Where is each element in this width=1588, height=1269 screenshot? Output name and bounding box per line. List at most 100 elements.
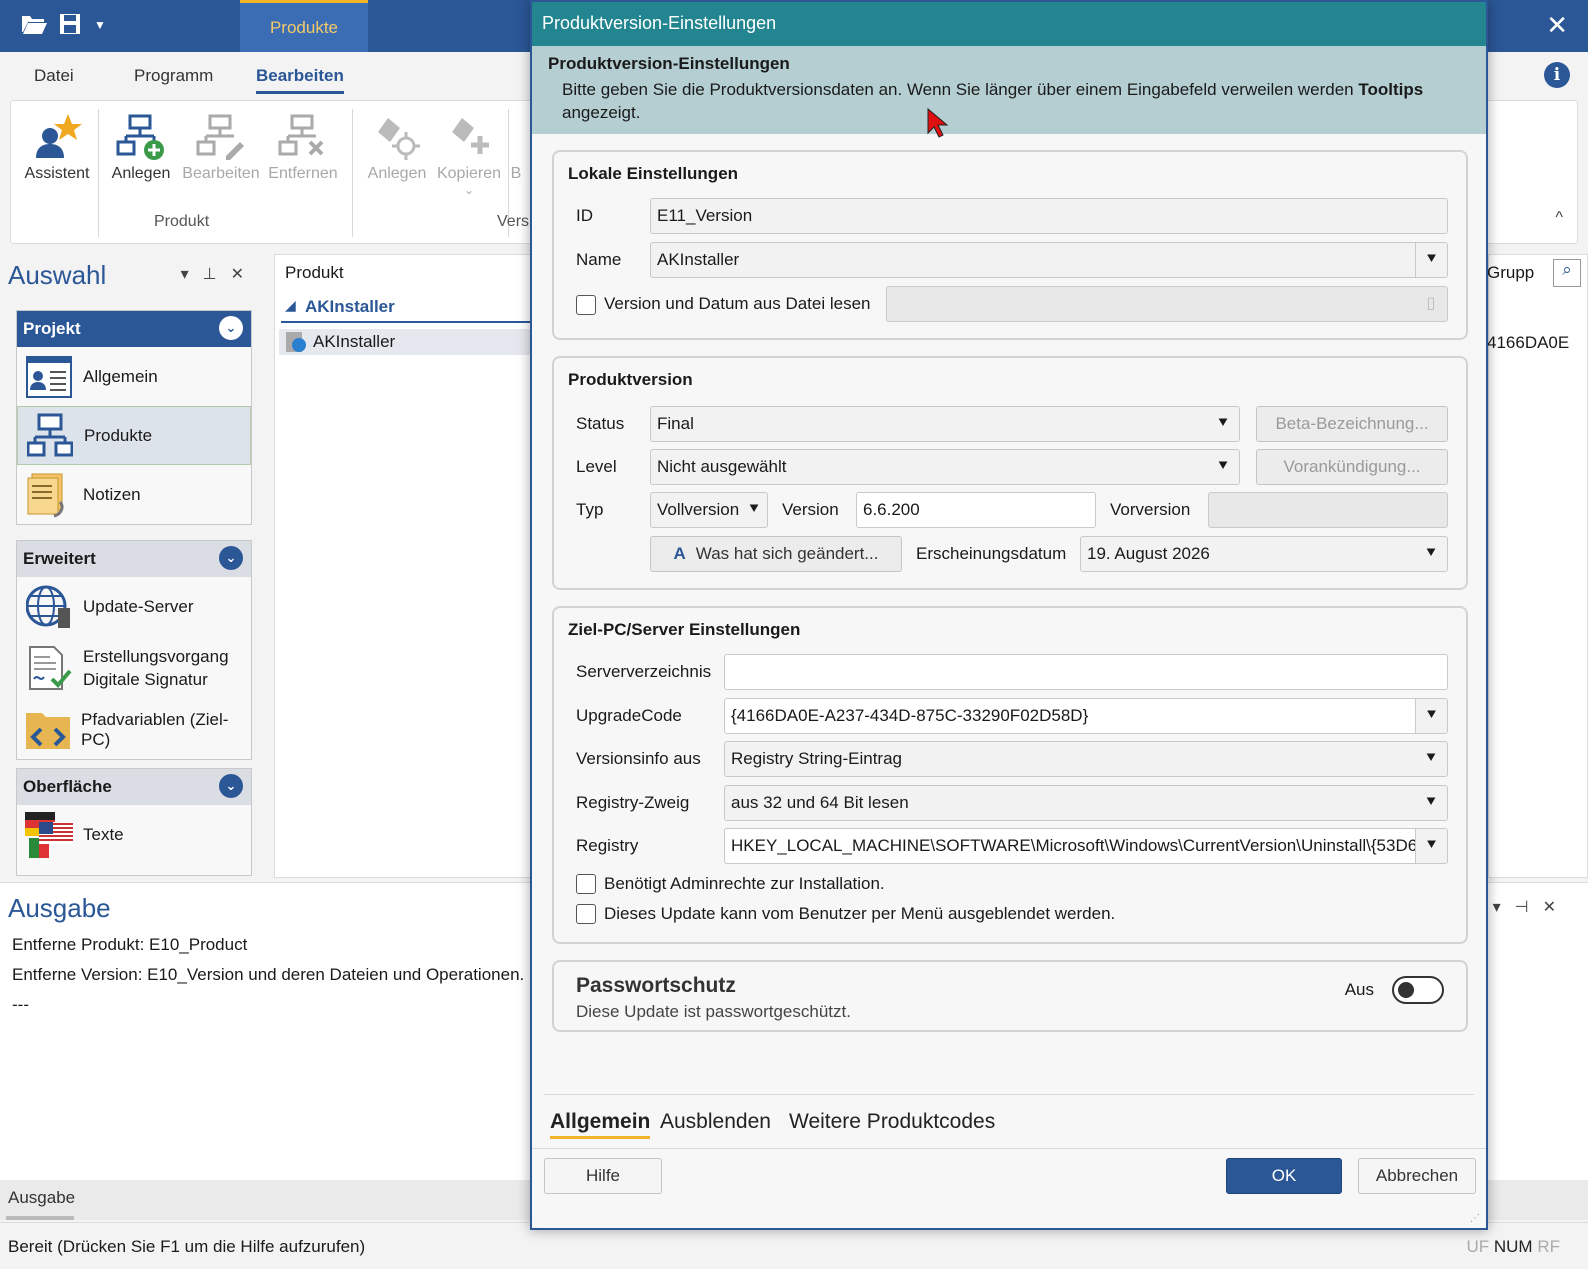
assistent-button[interactable]: Assistent (17, 109, 97, 183)
upgrade-combobox[interactable]: {4166DA0E-A237-434D-875C-33290F02D58D} ⯆ (724, 698, 1448, 734)
file-path-field[interactable]: ▯ (886, 286, 1448, 322)
chevron-down-icon[interactable]: ⌄ (219, 546, 243, 570)
tab-datei[interactable]: Datei (34, 66, 74, 86)
version-input[interactable]: 6.6.200 (856, 492, 1096, 528)
nav-item-label: Notizen (83, 484, 141, 504)
search-icon[interactable]: ⌕ (1553, 259, 1581, 287)
nav-item-signatur[interactable]: Erstellungsvorgang Digitale Signatur (17, 636, 251, 700)
user-hide-checkbox[interactable] (576, 904, 596, 924)
ok-button[interactable]: OK (1226, 1158, 1342, 1194)
dropdown-arrow-icon[interactable]: ⯆ (1415, 829, 1447, 863)
resize-grip-icon[interactable]: ⋰ (1470, 1213, 1480, 1224)
close-icon[interactable]: ✕ (1543, 899, 1570, 916)
chevron-down-icon[interactable]: ⌄ (219, 316, 243, 340)
open-folder-icon[interactable] (20, 12, 48, 42)
vorankuendigung-button[interactable]: Vorankündigung... (1256, 449, 1448, 485)
close-icon[interactable]: ✕ (1546, 10, 1568, 41)
nav-item-allgemein[interactable]: Allgemein (17, 347, 251, 406)
contact-card-icon (23, 353, 75, 401)
tab-programm[interactable]: Programm (134, 66, 213, 86)
kopieren-version-button[interactable]: Kopieren ⌄ (429, 109, 509, 197)
beta-bezeichnung-button[interactable]: Beta-Bezeichnung... (1256, 406, 1448, 442)
bearbeiten-product-button[interactable]: Bearbeiten (181, 109, 261, 183)
id-field[interactable]: E11_Version (650, 198, 1448, 234)
nav-item-texte[interactable]: Texte (17, 805, 251, 864)
anlegen-version-label: Anlegen (367, 165, 427, 182)
admin-rights-checkbox[interactable] (576, 874, 596, 894)
dropdown-arrow-icon[interactable]: ⯆ (1415, 699, 1447, 733)
group-row[interactable]: ◢ AKInstaller (281, 295, 531, 323)
nav-item-pfadvariablen[interactable]: Pfadvariablen (Ziel-PC) (17, 700, 251, 759)
tab-weitere-produktcodes[interactable]: Weitere Produktcodes (789, 1110, 995, 1134)
column-header-gruppe[interactable]: Grupp (1487, 263, 1534, 283)
dropdown-icon[interactable]: ▾ (181, 266, 203, 283)
collapse-triangle-icon[interactable]: ◢ (285, 297, 296, 314)
ribbon-truncated-button[interactable]: B (501, 109, 531, 183)
quick-access-dropdown-icon[interactable]: ▼ (94, 18, 106, 32)
level-select[interactable]: Nicht ausgewählt ⯆ (650, 449, 1240, 485)
pin-icon[interactable]: ⊥ (203, 266, 231, 283)
nav-item-label: Produkte (84, 425, 153, 445)
ribbon-collapse-icon[interactable]: ^ (1555, 209, 1563, 227)
section-header-oberflaeche[interactable]: Oberfläche ⌄ (17, 769, 251, 805)
dropdown-icon[interactable]: ▾ (1493, 899, 1515, 916)
panel-controls: ▾⊥✕ (181, 264, 258, 284)
nav-item-update-server[interactable]: Update-Server (17, 577, 251, 636)
registry-zweig-select[interactable]: aus 32 und 64 Bit lesen ⯆ (724, 785, 1448, 821)
remove-structure-icon (263, 109, 343, 165)
save-icon[interactable] (58, 12, 82, 42)
close-icon[interactable]: ✕ (231, 266, 258, 283)
registry-combobox[interactable]: HKEY_LOCAL_MACHINE\SOFTWARE\Microsoft\Wi… (724, 828, 1448, 864)
dropdown-arrow-icon[interactable]: ⯆ (1207, 450, 1239, 484)
read-from-file-checkbox[interactable] (576, 295, 596, 315)
dropdown-arrow-icon[interactable]: ⯆ (741, 493, 767, 527)
section-header-projekt[interactable]: Projekt ⌄ (17, 311, 251, 347)
password-toggle[interactable] (1392, 976, 1444, 1004)
text-edit-icon: A (673, 544, 686, 563)
context-tab-produkte[interactable]: Produkte (240, 0, 368, 52)
changes-button[interactable]: A Was hat sich geändert... (650, 536, 902, 572)
nav-item-produkte[interactable]: Produkte (17, 406, 251, 465)
cancel-button[interactable]: Abbrechen (1358, 1158, 1476, 1194)
versionsinfo-label: Versionsinfo aus (576, 749, 701, 768)
server-input[interactable] (724, 654, 1448, 690)
dropdown-arrow-icon[interactable]: ⯆ (1415, 243, 1447, 277)
selection-panel: Auswahl ▾⊥✕ Projekt ⌄ Allgemein Produkte … (0, 254, 268, 878)
tab-ausgabe[interactable]: Ausgabe (8, 1188, 75, 1208)
dropdown-arrow-icon[interactable]: ⯆ (1415, 786, 1447, 820)
anlegen-product-button[interactable]: Anlegen (101, 109, 181, 183)
anlegen-version-button[interactable]: Anlegen (357, 109, 437, 183)
section-projekt: Projekt ⌄ Allgemein Produkte Notizen (16, 310, 252, 525)
help-button[interactable]: Hilfe (544, 1158, 662, 1194)
tab-allgemein[interactable]: Allgemein (550, 1110, 651, 1139)
info-icon[interactable]: i (1544, 62, 1570, 88)
dropdown-arrow-icon[interactable]: ⯆ (1415, 742, 1447, 776)
status-select[interactable]: Final ⯆ (650, 406, 1240, 442)
table-row[interactable]: AKInstaller (279, 329, 535, 355)
pin-icon[interactable]: ⊣ (1515, 899, 1543, 916)
group-title: Lokale Einstellungen (568, 164, 739, 183)
dropdown-arrow-icon[interactable]: ⯆ (1207, 407, 1239, 441)
vorversion-field[interactable] (1208, 492, 1448, 528)
section-header-erweitert[interactable]: Erweitert ⌄ (17, 541, 251, 577)
rf-indicator: RF (1537, 1237, 1560, 1256)
ribbon-separator (352, 109, 353, 237)
dropdown-arrow-icon[interactable]: ⯆ (1415, 537, 1447, 571)
chevron-down-icon[interactable]: ⌄ (219, 774, 243, 798)
date-picker[interactable]: 19. August 2026 ⯆ (1080, 536, 1448, 572)
admin-rights-label: Benötigt Adminrechte zur Installation. (604, 874, 885, 893)
typ-select[interactable]: Vollversion ⯆ (650, 492, 768, 528)
nav-item-notizen[interactable]: Notizen (17, 465, 251, 524)
tab-bearbeiten[interactable]: Bearbeiten (256, 66, 344, 94)
folder-code-icon (23, 706, 73, 754)
group-label: AKInstaller (305, 297, 395, 316)
registry-zweig-label: Registry-Zweig (576, 793, 690, 812)
file-browse-icon[interactable]: ▯ (1415, 287, 1447, 321)
column-header-produkt[interactable]: Produkt (285, 263, 344, 283)
num-indicator: NUM (1493, 1237, 1533, 1256)
name-combobox[interactable]: AKInstaller ⯆ (650, 242, 1448, 278)
entfernen-product-button[interactable]: Entfernen (263, 109, 343, 183)
copy-version-icon (429, 109, 509, 165)
versionsinfo-select[interactable]: Registry String-Eintrag ⯆ (724, 741, 1448, 777)
tab-ausblenden[interactable]: Ausblenden (660, 1110, 771, 1134)
